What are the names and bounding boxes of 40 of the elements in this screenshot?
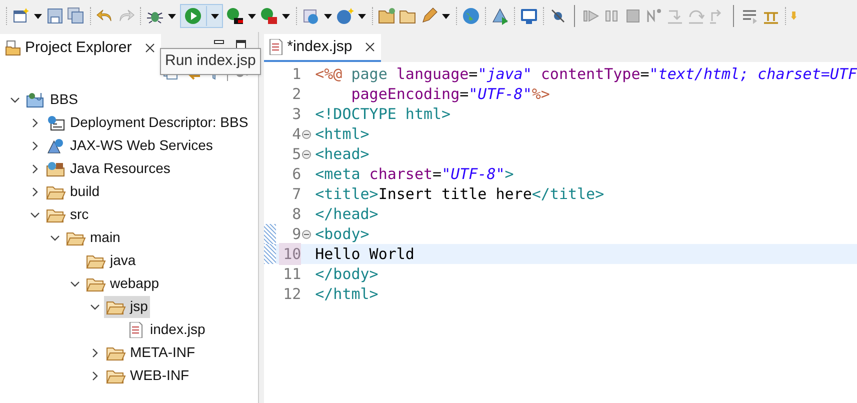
code-line: <html> xyxy=(314,124,370,145)
explorer-tab[interactable]: Project Explorer xyxy=(0,34,161,62)
tree-item[interactable]: webapp xyxy=(84,272,162,294)
tree-item[interactable]: META-INF xyxy=(104,342,198,364)
line-number: 5 xyxy=(291,144,302,165)
tree-item[interactable]: build xyxy=(44,180,102,202)
line-number: 10 xyxy=(279,242,302,266)
line-number: 12 xyxy=(282,284,302,305)
code-line: <title>Insert title here</title> xyxy=(314,184,604,205)
tree-item[interactable]: WEB-INF xyxy=(104,364,192,386)
code-line: <head> xyxy=(314,144,370,165)
code-line: </head> xyxy=(314,204,378,225)
code-line: Hello World xyxy=(314,244,414,265)
line-number: 1 xyxy=(291,64,302,85)
code-line: </body> xyxy=(314,264,378,285)
code-line: <body> xyxy=(314,224,370,245)
line-number: 6 xyxy=(291,164,302,185)
line-number: 11 xyxy=(282,264,302,285)
tooltip: Run index.jsp xyxy=(160,48,261,74)
line-number: 4 xyxy=(291,124,302,145)
code-line: <%@ page language="java" contentType="text/html; charset=UTF xyxy=(314,64,857,85)
line-number: 3 xyxy=(291,104,302,125)
code-line: <meta charset="UTF-8"> xyxy=(314,164,514,185)
tree-item[interactable]: JAX-WS Web Services xyxy=(44,134,215,156)
code-line: <!DOCTYPE html> xyxy=(314,104,451,125)
editor-tab[interactable]: *index.jsp xyxy=(264,34,382,62)
tree-item[interactable]: Deployment Descriptor: BBS xyxy=(44,112,250,134)
line-number: 2 xyxy=(291,84,302,105)
line-number: 9 xyxy=(291,224,302,245)
tree-item[interactable]: jsp xyxy=(104,296,150,318)
tree-item[interactable]: main xyxy=(64,226,122,248)
tree-item[interactable]: src xyxy=(44,204,91,226)
tree-item[interactable]: index.jsp xyxy=(124,318,208,340)
tree-item[interactable]: Java Resources xyxy=(44,158,172,180)
line-number: 8 xyxy=(291,204,302,225)
code-line: pageEncoding="UTF-8"%> xyxy=(350,84,550,105)
tree-item[interactable]: BBS xyxy=(24,88,80,110)
code-line: </html> xyxy=(314,284,378,305)
tree-item[interactable]: java xyxy=(84,250,138,272)
line-number: 7 xyxy=(291,184,302,205)
